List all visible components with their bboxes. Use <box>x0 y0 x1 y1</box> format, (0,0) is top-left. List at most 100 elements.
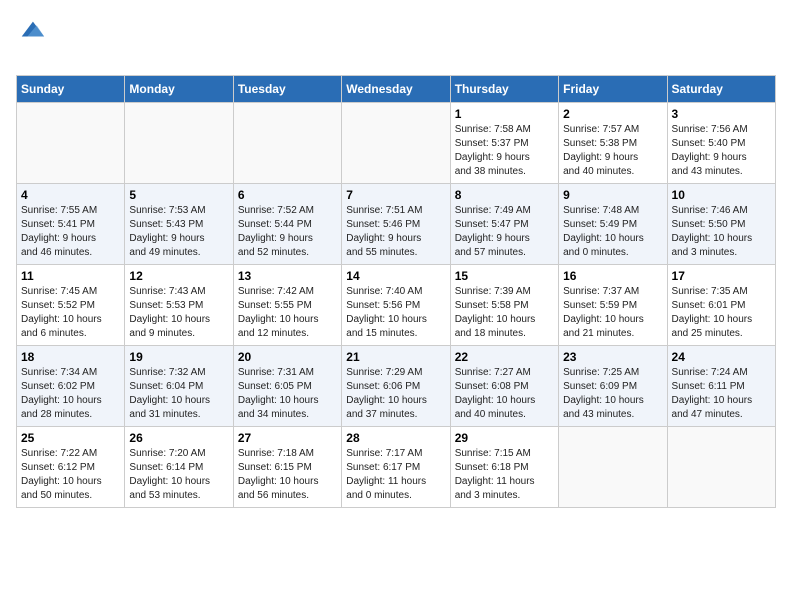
day-number: 6 <box>238 188 337 202</box>
calendar-cell: 20 Sunrise: 7:31 AM Sunset: 6:05 PM Dayli… <box>233 346 341 427</box>
calendar-cell: 24 Sunrise: 7:24 AM Sunset: 6:11 PM Dayli… <box>667 346 775 427</box>
day-number: 28 <box>346 431 445 445</box>
calendar-cell: 5 Sunrise: 7:53 AM Sunset: 5:43 PM Daylig… <box>125 184 233 265</box>
header <box>16 16 776 67</box>
day-info: Sunrise: 7:20 AM Sunset: 6:14 PM Dayligh… <box>129 447 228 503</box>
day-info: Sunrise: 7:29 AM Sunset: 6:06 PM Dayligh… <box>346 366 445 422</box>
day-number: 23 <box>563 350 662 364</box>
calendar-cell: 27 Sunrise: 7:18 AM Sunset: 6:15 PM Dayli… <box>233 427 341 508</box>
weekday-header-tuesday: Tuesday <box>233 76 341 103</box>
calendar-cell: 3 Sunrise: 7:56 AM Sunset: 5:40 PM Daylig… <box>667 103 775 184</box>
calendar-cell <box>667 427 775 508</box>
day-info: Sunrise: 7:31 AM Sunset: 6:05 PM Dayligh… <box>238 366 337 422</box>
calendar-cell: 19 Sunrise: 7:32 AM Sunset: 6:04 PM Dayli… <box>125 346 233 427</box>
day-number: 22 <box>455 350 554 364</box>
day-info: Sunrise: 7:17 AM Sunset: 6:17 PM Dayligh… <box>346 447 445 503</box>
day-number: 18 <box>21 350 120 364</box>
weekday-header-friday: Friday <box>559 76 667 103</box>
calendar-cell: 15Sunrise: 7:39 AM Sunset: 5:58 PM Dayli… <box>450 265 558 346</box>
day-info: Sunrise: 7:27 AM Sunset: 6:08 PM Dayligh… <box>455 366 554 422</box>
day-number: 13 <box>238 269 337 283</box>
weekday-header-sunday: Sunday <box>17 76 125 103</box>
day-number: 29 <box>455 431 554 445</box>
calendar-cell: 10 Sunrise: 7:46 AM Sunset: 5:50 PM Dayli… <box>667 184 775 265</box>
calendar-cell: 26 Sunrise: 7:20 AM Sunset: 6:14 PM Dayli… <box>125 427 233 508</box>
calendar-cell <box>125 103 233 184</box>
day-number: 17 <box>672 269 771 283</box>
calendar-cell: 28 Sunrise: 7:17 AM Sunset: 6:17 PM Dayli… <box>342 427 450 508</box>
day-number: 20 <box>238 350 337 364</box>
day-info: Sunrise: 7:18 AM Sunset: 6:15 PM Dayligh… <box>238 447 337 503</box>
day-info: Sunrise: 7:40 AM Sunset: 5:56 PM Dayligh… <box>346 285 445 341</box>
day-number: 15 <box>455 269 554 283</box>
day-number: 16 <box>563 269 662 283</box>
day-info: Sunrise: 7:48 AM Sunset: 5:49 PM Dayligh… <box>563 204 662 260</box>
day-info: Sunrise: 7:45 AM Sunset: 5:52 PM Dayligh… <box>21 285 120 341</box>
calendar-cell: 8 Sunrise: 7:49 AM Sunset: 5:47 PM Daylig… <box>450 184 558 265</box>
weekday-header-wednesday: Wednesday <box>342 76 450 103</box>
day-number: 11 <box>21 269 120 283</box>
day-info: Sunrise: 7:24 AM Sunset: 6:11 PM Dayligh… <box>672 366 771 422</box>
day-info: Sunrise: 7:34 AM Sunset: 6:02 PM Dayligh… <box>21 366 120 422</box>
calendar-cell: 6 Sunrise: 7:52 AM Sunset: 5:44 PM Daylig… <box>233 184 341 265</box>
calendar-cell: 22 Sunrise: 7:27 AM Sunset: 6:08 PM Dayli… <box>450 346 558 427</box>
day-number: 19 <box>129 350 228 364</box>
calendar-cell: 11 Sunrise: 7:45 AM Sunset: 5:52 PM Dayli… <box>17 265 125 346</box>
day-info: Sunrise: 7:35 AM Sunset: 6:01 PM Dayligh… <box>672 285 771 341</box>
day-info: Sunrise: 7:49 AM Sunset: 5:47 PM Dayligh… <box>455 204 554 260</box>
day-info: Sunrise: 7:43 AM Sunset: 5:53 PM Dayligh… <box>129 285 228 341</box>
calendar-cell: 9 Sunrise: 7:48 AM Sunset: 5:49 PM Daylig… <box>559 184 667 265</box>
calendar-cell: 21 Sunrise: 7:29 AM Sunset: 6:06 PM Dayli… <box>342 346 450 427</box>
day-number: 4 <box>21 188 120 202</box>
day-number: 3 <box>672 107 771 121</box>
day-info: Sunrise: 7:56 AM Sunset: 5:40 PM Dayligh… <box>672 123 771 179</box>
day-info: Sunrise: 7:46 AM Sunset: 5:50 PM Dayligh… <box>672 204 771 260</box>
calendar-cell <box>559 427 667 508</box>
calendar-cell <box>342 103 450 184</box>
calendar-cell: 17 Sunrise: 7:35 AM Sunset: 6:01 PM Dayli… <box>667 265 775 346</box>
day-info: Sunrise: 7:15 AM Sunset: 6:18 PM Dayligh… <box>455 447 554 503</box>
day-number: 9 <box>563 188 662 202</box>
day-info: Sunrise: 7:25 AM Sunset: 6:09 PM Dayligh… <box>563 366 662 422</box>
calendar-cell: 12 Sunrise: 7:43 AM Sunset: 5:53 PM Dayli… <box>125 265 233 346</box>
calendar-cell: 1Sunrise: 7:58 AM Sunset: 5:37 PM Daylig… <box>450 103 558 184</box>
calendar-cell <box>233 103 341 184</box>
calendar-cell: 16 Sunrise: 7:37 AM Sunset: 5:59 PM Dayli… <box>559 265 667 346</box>
day-number: 26 <box>129 431 228 445</box>
day-info: Sunrise: 7:51 AM Sunset: 5:46 PM Dayligh… <box>346 204 445 260</box>
day-number: 5 <box>129 188 228 202</box>
calendar-cell: 29 Sunrise: 7:15 AM Sunset: 6:18 PM Dayli… <box>450 427 558 508</box>
day-info: Sunrise: 7:32 AM Sunset: 6:04 PM Dayligh… <box>129 366 228 422</box>
logo <box>16 16 46 67</box>
day-info: Sunrise: 7:57 AM Sunset: 5:38 PM Dayligh… <box>563 123 662 179</box>
day-number: 27 <box>238 431 337 445</box>
day-number: 14 <box>346 269 445 283</box>
calendar-cell: 14 Sunrise: 7:40 AM Sunset: 5:56 PM Dayli… <box>342 265 450 346</box>
day-number: 8 <box>455 188 554 202</box>
day-number: 7 <box>346 188 445 202</box>
day-number: 2 <box>563 107 662 121</box>
day-info: Sunrise: 7:22 AM Sunset: 6:12 PM Dayligh… <box>21 447 120 503</box>
calendar-cell: 18 Sunrise: 7:34 AM Sunset: 6:02 PM Dayli… <box>17 346 125 427</box>
calendar-cell: 25 Sunrise: 7:22 AM Sunset: 6:12 PM Dayli… <box>17 427 125 508</box>
day-number: 10 <box>672 188 771 202</box>
day-number: 1 <box>455 107 554 121</box>
calendar-cell: 23 Sunrise: 7:25 AM Sunset: 6:09 PM Dayli… <box>559 346 667 427</box>
day-number: 12 <box>129 269 228 283</box>
weekday-header-monday: Monday <box>125 76 233 103</box>
day-info: Sunrise: 7:53 AM Sunset: 5:43 PM Dayligh… <box>129 204 228 260</box>
logo-icon <box>18 16 46 44</box>
day-info: Sunrise: 7:42 AM Sunset: 5:55 PM Dayligh… <box>238 285 337 341</box>
day-info: Sunrise: 7:37 AM Sunset: 5:59 PM Dayligh… <box>563 285 662 341</box>
calendar-cell: 13 Sunrise: 7:42 AM Sunset: 5:55 PM Dayli… <box>233 265 341 346</box>
day-number: 24 <box>672 350 771 364</box>
day-number: 21 <box>346 350 445 364</box>
weekday-header-saturday: Saturday <box>667 76 775 103</box>
day-number: 25 <box>21 431 120 445</box>
day-info: Sunrise: 7:52 AM Sunset: 5:44 PM Dayligh… <box>238 204 337 260</box>
calendar-table: SundayMondayTuesdayWednesdayThursdayFrid… <box>16 75 776 508</box>
calendar-cell: 4 Sunrise: 7:55 AM Sunset: 5:41 PM Daylig… <box>17 184 125 265</box>
calendar-cell: 7 Sunrise: 7:51 AM Sunset: 5:46 PM Daylig… <box>342 184 450 265</box>
day-info: Sunrise: 7:55 AM Sunset: 5:41 PM Dayligh… <box>21 204 120 260</box>
calendar-cell: 2 Sunrise: 7:57 AM Sunset: 5:38 PM Daylig… <box>559 103 667 184</box>
